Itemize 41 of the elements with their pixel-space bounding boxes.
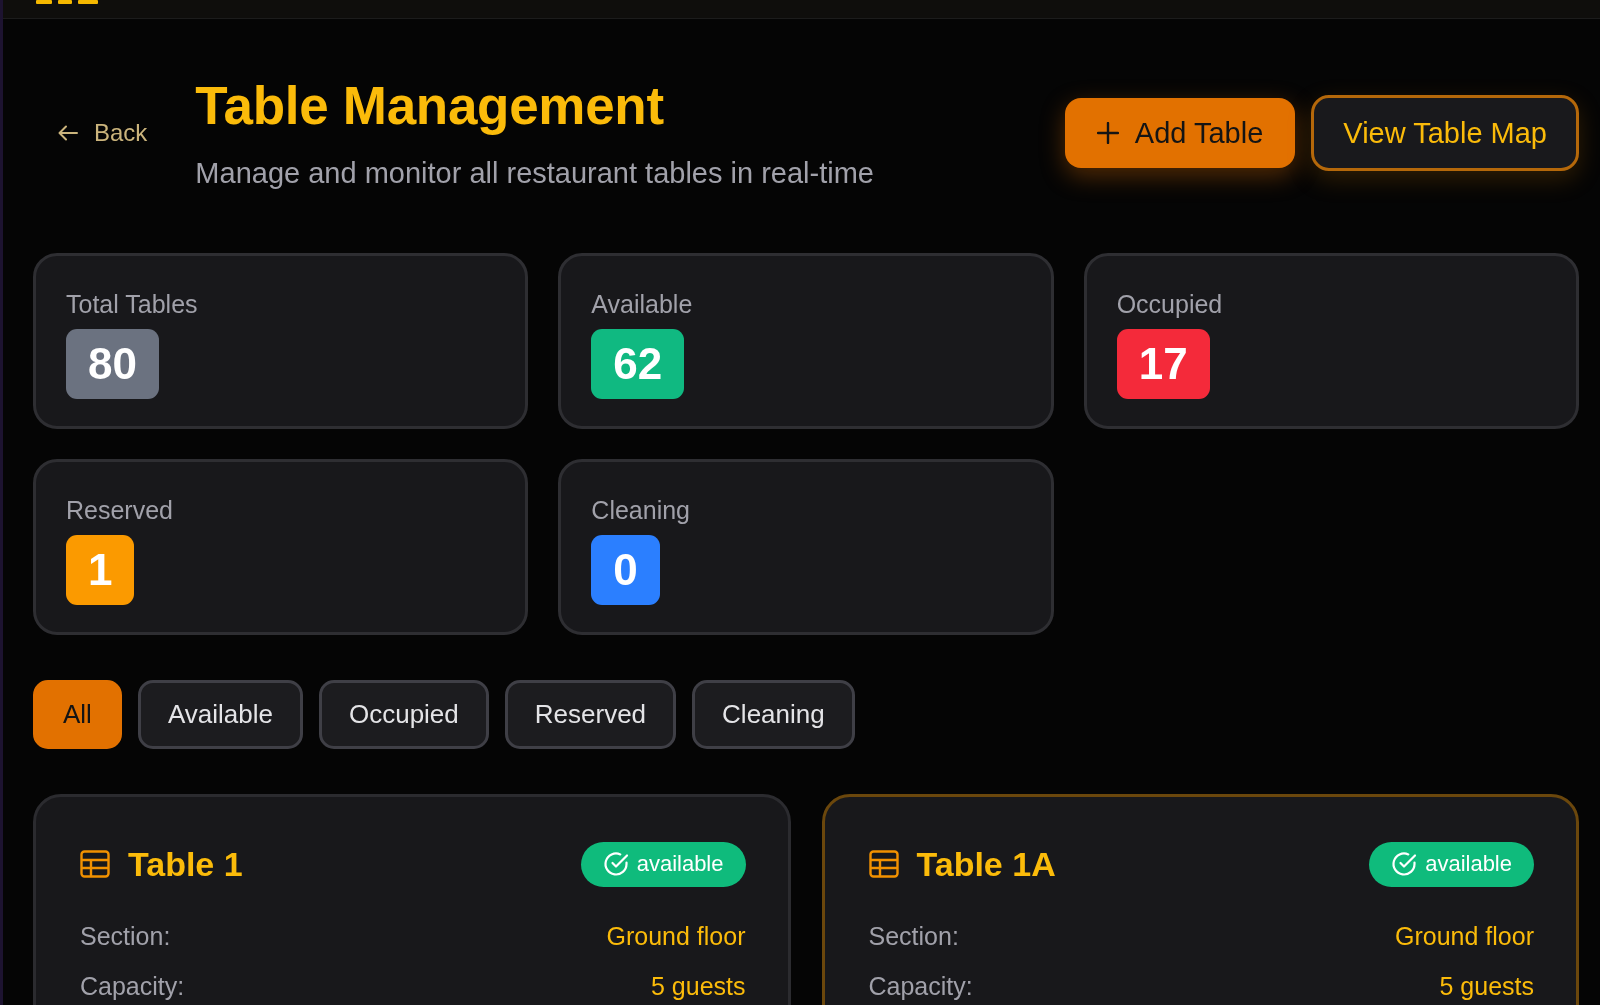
stat-label: Cleaning (591, 495, 690, 525)
table-card[interactable]: Table 1 available Section: Ground floor Capacity: 5 guests (33, 794, 791, 1005)
filter-tab[interactable]: Occupied (318, 680, 489, 749)
stat-count: 0 (591, 535, 660, 605)
detail-label: Capacity: (80, 971, 185, 1001)
filter-tab[interactable]: All (33, 680, 122, 749)
view-map-button[interactable]: View Table Map (1311, 95, 1579, 171)
add-button[interactable]: Add Table (1064, 98, 1296, 168)
stat-label: Reserved (66, 495, 173, 525)
stat-label: Total Tables (66, 289, 198, 319)
logo-icon (36, 0, 98, 4)
detail-value: 5 guests (1439, 971, 1534, 1001)
filter-tab[interactable]: Reserved (504, 680, 677, 749)
stat-count: 17 (1116, 329, 1210, 399)
status-label: available (1425, 851, 1512, 877)
detail-label: Section: (80, 921, 171, 951)
filter-tab[interactable]: Cleaning (692, 680, 855, 749)
status-label: available (636, 851, 724, 877)
stat-label: Occupied (1116, 289, 1223, 319)
detail-value: 5 guests (651, 971, 746, 1001)
plus-icon (1096, 122, 1119, 144)
detail-label: Section: (868, 921, 959, 951)
table-grid-icon (868, 849, 899, 879)
stat-count: 62 (591, 329, 685, 399)
detail-label: Capacity: (868, 971, 973, 1001)
table-grid-icon (80, 849, 110, 879)
stat-count: 1 (66, 535, 135, 605)
table-card[interactable]: Table 1A available Section: Ground floor Capacity: 5 guests (821, 794, 1579, 1005)
back-link[interactable]: Back (58, 115, 148, 151)
detail-value: Ground floor (1395, 921, 1534, 951)
stat-label: Available (591, 289, 693, 319)
arrow-left-icon (58, 125, 78, 141)
check-circle-icon (1391, 851, 1418, 877)
table-name: Table 1 (128, 844, 243, 884)
table-name: Table 1A (916, 844, 1056, 884)
check-circle-icon (602, 851, 629, 877)
detail-value: Ground floor (606, 921, 746, 951)
filter-tab[interactable]: Available (137, 680, 303, 749)
stat-count: 80 (66, 329, 159, 399)
page-title: Table Management (195, 75, 665, 137)
page-subtitle: Manage and monitor all restaurant tables in real-time (195, 156, 874, 191)
